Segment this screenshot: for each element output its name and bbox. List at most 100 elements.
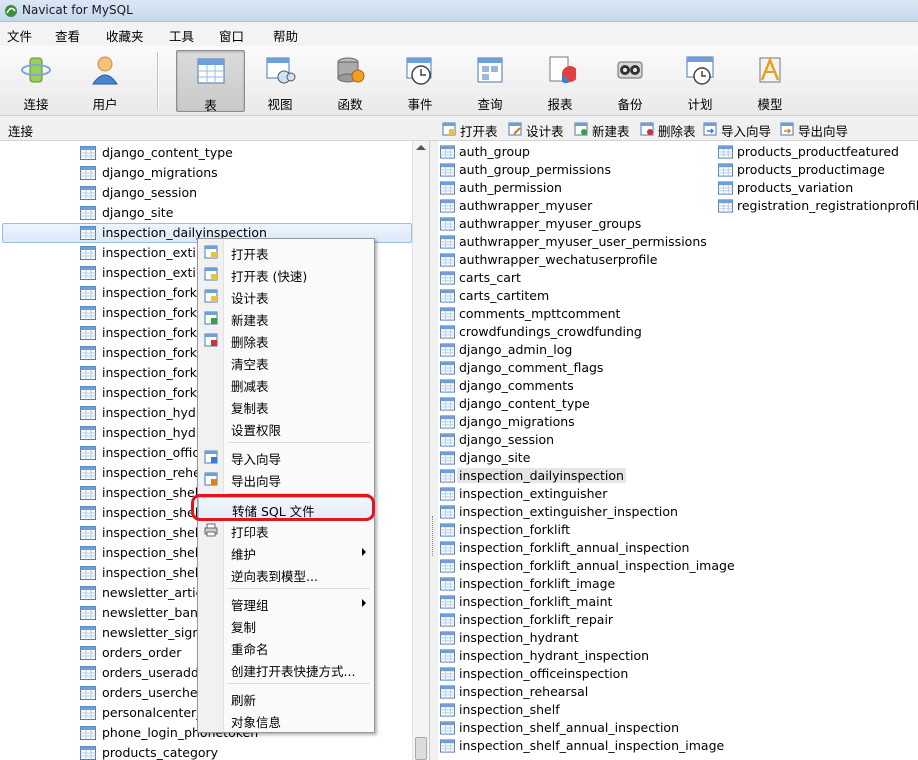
connection-label: 连接 xyxy=(8,124,34,139)
tree-table-item[interactable]: django_content_type xyxy=(80,143,410,163)
context-menu-item[interactable]: 删减表 xyxy=(198,373,374,395)
navicat-app-icon[interactable] xyxy=(3,3,19,19)
context-menu-item[interactable]: 复制 xyxy=(198,614,374,636)
context-menu-label: 对象信息 xyxy=(231,715,282,730)
object-header-bar: 连接 打开表 设计表 新建表 删除表 导入向导 导出向导 xyxy=(0,117,918,141)
toolbar-schedule-button[interactable]: 计划 xyxy=(669,50,731,112)
table-icon xyxy=(80,186,96,200)
context-menu-label: 复制 xyxy=(231,620,257,635)
open-table-fast-icon xyxy=(204,267,218,281)
context-menu-item[interactable]: 新建表 xyxy=(198,307,374,329)
toolbar-query-button[interactable]: 查询 xyxy=(459,50,521,112)
menu-window[interactable]: 窗口 xyxy=(219,26,244,45)
context-menu-item[interactable]: 复制表 xyxy=(198,395,374,417)
toolbar-model-button[interactable]: 模型 xyxy=(739,50,801,112)
new-table-icon xyxy=(574,122,588,136)
context-menu-item[interactable]: 刷新 xyxy=(198,687,374,709)
context-menu-item[interactable]: 逆向表到模型... xyxy=(198,563,374,585)
context-menu-item[interactable]: 设计表 xyxy=(198,285,374,307)
toolbar-label: 连接 xyxy=(23,97,49,112)
table-icon xyxy=(80,626,96,640)
tree-table-item[interactable]: django_session xyxy=(80,183,410,203)
toolbar-label: 表 xyxy=(204,98,217,113)
toolbar-connection-button[interactable]: 连接 xyxy=(5,50,67,112)
table-icon xyxy=(440,361,455,375)
tree-table-item[interactable]: django_migrations xyxy=(80,163,410,183)
context-menu-item[interactable]: 创建打开表快捷方式... xyxy=(198,658,374,680)
tree-table-label: inspection_shelf xyxy=(102,485,203,500)
toolbar-label: 查询 xyxy=(477,97,503,112)
table-icon xyxy=(80,586,96,600)
toolbar-event-button[interactable]: 事件 xyxy=(389,50,451,112)
toolbar-backup-button[interactable]: 备份 xyxy=(599,50,661,112)
menu-file[interactable]: 文件 xyxy=(7,26,32,45)
splitter-grip[interactable] xyxy=(432,516,436,556)
tree-table-label: inspection_exting xyxy=(102,245,212,260)
context-menu-item[interactable]: 导出向导 xyxy=(198,468,374,490)
panel-splitter[interactable] xyxy=(430,141,438,760)
table-icon xyxy=(80,366,96,380)
table-icon xyxy=(440,523,455,537)
context-menu-item[interactable]: 删除表 xyxy=(198,329,374,351)
design-table-label: 设计表 xyxy=(526,124,564,139)
table-list-panel[interactable]: auth_group auth_group_permissions auth_per… xyxy=(438,141,918,760)
model-icon xyxy=(759,56,781,83)
scroll-thumb[interactable] xyxy=(415,737,427,760)
menu-view[interactable]: 查看 xyxy=(55,26,80,45)
tree-table-label: inspection_forkli xyxy=(102,285,204,300)
red-highlight-annotation xyxy=(191,494,375,521)
context-menu-label: 导入向导 xyxy=(231,452,282,467)
context-menu-item[interactable]: 打印表 xyxy=(198,519,374,541)
table-list-label: django_site xyxy=(459,450,531,465)
table-list-label: django_migrations xyxy=(459,414,575,429)
table-context-menu: 打开表打开表 (快速) 设计表新建表 删除表 清空表 删减表 复制表 设置权限导入向导 导出向… xyxy=(197,238,375,733)
table-icon xyxy=(80,546,96,560)
context-menu-item[interactable]: 设置权限 xyxy=(198,417,374,439)
table-icon xyxy=(80,326,96,340)
open-table-icon xyxy=(442,122,456,136)
context-menu-item[interactable]: 重命名 xyxy=(198,636,374,658)
context-menu-label: 新建表 xyxy=(231,313,269,328)
table-list-label: registration_registrationprofile xyxy=(737,198,918,213)
design-table-icon xyxy=(204,289,218,303)
table-list-label: products_variation xyxy=(737,180,854,195)
table-icon xyxy=(80,226,96,240)
table-icon xyxy=(80,726,96,740)
toolbar-user-button[interactable]: 用户 xyxy=(74,50,136,112)
context-menu-item[interactable]: 清空表 xyxy=(198,351,374,373)
menu-tools[interactable]: 工具 xyxy=(169,26,194,45)
table-icon xyxy=(80,426,96,440)
menu-favorites[interactable]: 收藏夹 xyxy=(106,26,144,45)
context-menu-item[interactable]: 维护 xyxy=(198,541,374,563)
table-icon xyxy=(80,246,96,260)
table-icon xyxy=(440,595,455,609)
toolbar-label: 报表 xyxy=(547,97,573,112)
context-menu-item[interactable]: 打开表 xyxy=(198,241,374,263)
backup-icon xyxy=(617,61,643,79)
table-list-label: authwrapper_wechatuserprofile xyxy=(459,252,658,267)
toolbar-function-button[interactable]: 函数 xyxy=(319,50,381,112)
query-icon xyxy=(477,57,503,83)
tree-table-item[interactable]: products_category xyxy=(80,743,410,760)
table-icon xyxy=(440,739,455,753)
toolbar-view-button[interactable]: 视图 xyxy=(249,50,311,112)
context-menu-label: 打印表 xyxy=(231,525,269,540)
context-menu-item[interactable]: 打开表 (快速) xyxy=(198,263,374,285)
tree-table-item[interactable]: django_site xyxy=(80,203,410,223)
tree-table-label: inspection_shelf_ xyxy=(102,525,209,540)
toolbar-table-button[interactable]: 表 xyxy=(176,50,245,113)
tree-vertical-scrollbar[interactable] xyxy=(412,141,429,760)
toolbar-report-button[interactable]: 报表 xyxy=(529,50,591,112)
context-menu-item[interactable]: 管理组 xyxy=(198,592,374,614)
context-menu-item[interactable]: 导入向导 xyxy=(198,446,374,468)
table-list-label: inspection_rehearsal xyxy=(459,684,589,699)
tree-table-label: orders_userche xyxy=(102,685,198,700)
scroll-up-arrow-icon[interactable] xyxy=(416,145,426,150)
context-menu-label: 打开表 (快速) xyxy=(231,269,308,284)
table-list-label: inspection_shelf_annual_inspection xyxy=(459,720,680,735)
table-list-label: django_comments xyxy=(459,378,574,393)
context-menu-item[interactable]: 对象信息 xyxy=(198,709,374,731)
table-icon xyxy=(80,206,96,220)
table-list-label: comments_mpttcomment xyxy=(459,306,621,321)
menu-help[interactable]: 帮助 xyxy=(273,26,298,45)
